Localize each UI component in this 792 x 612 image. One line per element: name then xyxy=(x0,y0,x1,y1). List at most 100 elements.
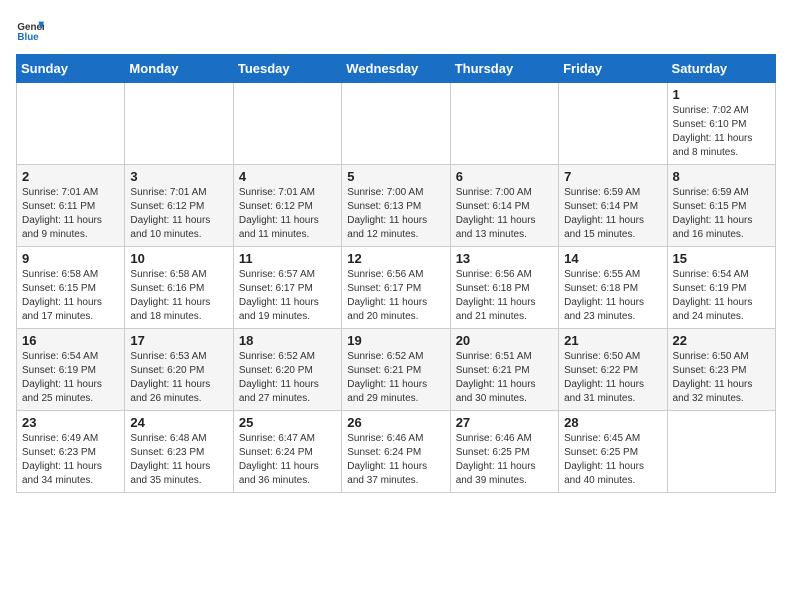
calendar-day-cell xyxy=(667,411,775,493)
calendar-day-cell xyxy=(342,83,450,165)
day-number: 7 xyxy=(564,169,661,184)
day-info: Sunrise: 6:51 AM Sunset: 6:21 PM Dayligh… xyxy=(456,350,553,406)
day-info: Sunrise: 6:56 AM Sunset: 6:17 PM Dayligh… xyxy=(347,268,444,324)
calendar-day-cell: 18 Sunrise: 6:52 AM Sunset: 6:20 PM Dayli… xyxy=(233,329,341,411)
calendar-day-cell: 3 Sunrise: 7:01 AM Sunset: 6:12 PM Daylig… xyxy=(125,165,233,247)
calendar-day-cell: 13Sunrise: 6:56 AM Sunset: 6:18 PM Dayli… xyxy=(450,247,558,329)
calendar-week-row: 23 Sunrise: 6:49 AM Sunset: 6:23 PM Dayli… xyxy=(17,411,776,493)
calendar-day-cell: 8 Sunrise: 6:59 AM Sunset: 6:15 PM Daylig… xyxy=(667,165,775,247)
day-number: 6 xyxy=(456,169,553,184)
day-info: Sunrise: 7:00 AM Sunset: 6:13 PM Dayligh… xyxy=(347,186,444,242)
day-number: 22 xyxy=(673,333,770,348)
calendar-day-cell: 20 Sunrise: 6:51 AM Sunset: 6:21 PM Dayli… xyxy=(450,329,558,411)
day-info: Sunrise: 6:57 AM Sunset: 6:17 PM Dayligh… xyxy=(239,268,336,324)
day-info: Sunrise: 6:45 AM Sunset: 6:25 PM Dayligh… xyxy=(564,432,661,488)
day-number: 27 xyxy=(456,415,553,430)
day-info: Sunrise: 6:50 AM Sunset: 6:22 PM Dayligh… xyxy=(564,350,661,406)
day-number: 5 xyxy=(347,169,444,184)
day-number: 14 xyxy=(564,251,661,266)
page-header: General Blue xyxy=(16,16,776,44)
day-info: Sunrise: 6:52 AM Sunset: 6:21 PM Dayligh… xyxy=(347,350,444,406)
day-number: 17 xyxy=(130,333,227,348)
day-number: 2 xyxy=(22,169,119,184)
day-info: Sunrise: 6:48 AM Sunset: 6:23 PM Dayligh… xyxy=(130,432,227,488)
day-number: 25 xyxy=(239,415,336,430)
day-number: 20 xyxy=(456,333,553,348)
day-number: 3 xyxy=(130,169,227,184)
calendar-day-cell: 25 Sunrise: 6:47 AM Sunset: 6:24 PM Dayli… xyxy=(233,411,341,493)
calendar-day-cell: 15 Sunrise: 6:54 AM Sunset: 6:19 PM Dayli… xyxy=(667,247,775,329)
day-of-week-header: Friday xyxy=(559,55,667,83)
day-info: Sunrise: 6:49 AM Sunset: 6:23 PM Dayligh… xyxy=(22,432,119,488)
day-info: Sunrise: 6:59 AM Sunset: 6:15 PM Dayligh… xyxy=(673,186,770,242)
calendar-day-cell: 12 Sunrise: 6:56 AM Sunset: 6:17 PM Dayli… xyxy=(342,247,450,329)
calendar-day-cell: 21 Sunrise: 6:50 AM Sunset: 6:22 PM Dayli… xyxy=(559,329,667,411)
day-info: Sunrise: 6:58 AM Sunset: 6:16 PM Dayligh… xyxy=(130,268,227,324)
calendar-day-cell: 26 Sunrise: 6:46 AM Sunset: 6:24 PM Dayli… xyxy=(342,411,450,493)
calendar-day-cell: 1 Sunrise: 7:02 AM Sunset: 6:10 PM Daylig… xyxy=(667,83,775,165)
calendar-day-cell: 16 Sunrise: 6:54 AM Sunset: 6:19 PM Dayli… xyxy=(17,329,125,411)
calendar-day-cell xyxy=(450,83,558,165)
calendar-day-cell: 4 Sunrise: 7:01 AM Sunset: 6:12 PM Daylig… xyxy=(233,165,341,247)
calendar-day-cell: 19 Sunrise: 6:52 AM Sunset: 6:21 PM Dayli… xyxy=(342,329,450,411)
calendar-day-cell xyxy=(233,83,341,165)
day-number: 28 xyxy=(564,415,661,430)
calendar-day-cell: 23 Sunrise: 6:49 AM Sunset: 6:23 PM Dayli… xyxy=(17,411,125,493)
calendar-day-cell: 28 Sunrise: 6:45 AM Sunset: 6:25 PM Dayli… xyxy=(559,411,667,493)
day-info: Sunrise: 7:01 AM Sunset: 6:12 PM Dayligh… xyxy=(239,186,336,242)
day-of-week-header: Wednesday xyxy=(342,55,450,83)
calendar-day-cell: 11 Sunrise: 6:57 AM Sunset: 6:17 PM Dayli… xyxy=(233,247,341,329)
day-number: 15 xyxy=(673,251,770,266)
calendar-day-cell: 10 Sunrise: 6:58 AM Sunset: 6:16 PM Dayli… xyxy=(125,247,233,329)
day-number: 4 xyxy=(239,169,336,184)
calendar-day-cell xyxy=(125,83,233,165)
day-number: 19 xyxy=(347,333,444,348)
calendar-day-cell: 24Sunrise: 6:48 AM Sunset: 6:23 PM Dayli… xyxy=(125,411,233,493)
day-info: Sunrise: 6:56 AM Sunset: 6:18 PM Dayligh… xyxy=(456,268,553,324)
calendar-day-cell: 27 Sunrise: 6:46 AM Sunset: 6:25 PM Dayli… xyxy=(450,411,558,493)
day-number: 12 xyxy=(347,251,444,266)
calendar-day-cell: 14 Sunrise: 6:55 AM Sunset: 6:18 PM Dayli… xyxy=(559,247,667,329)
day-info: Sunrise: 6:58 AM Sunset: 6:15 PM Dayligh… xyxy=(22,268,119,324)
calendar-day-cell: 9 Sunrise: 6:58 AM Sunset: 6:15 PM Daylig… xyxy=(17,247,125,329)
logo-icon: General Blue xyxy=(16,16,44,44)
calendar-week-row: 2 Sunrise: 7:01 AM Sunset: 6:11 PM Daylig… xyxy=(17,165,776,247)
day-number: 18 xyxy=(239,333,336,348)
calendar-week-row: 16 Sunrise: 6:54 AM Sunset: 6:19 PM Dayli… xyxy=(17,329,776,411)
calendar-day-cell: 5 Sunrise: 7:00 AM Sunset: 6:13 PM Daylig… xyxy=(342,165,450,247)
calendar-week-row: 9 Sunrise: 6:58 AM Sunset: 6:15 PM Daylig… xyxy=(17,247,776,329)
day-info: Sunrise: 6:54 AM Sunset: 6:19 PM Dayligh… xyxy=(673,268,770,324)
calendar-day-cell xyxy=(17,83,125,165)
day-number: 8 xyxy=(673,169,770,184)
day-info: Sunrise: 6:47 AM Sunset: 6:24 PM Dayligh… xyxy=(239,432,336,488)
day-info: Sunrise: 6:59 AM Sunset: 6:14 PM Dayligh… xyxy=(564,186,661,242)
day-number: 23 xyxy=(22,415,119,430)
day-of-week-header: Tuesday xyxy=(233,55,341,83)
day-info: Sunrise: 7:02 AM Sunset: 6:10 PM Dayligh… xyxy=(673,104,770,160)
day-number: 16 xyxy=(22,333,119,348)
calendar-day-cell: 2 Sunrise: 7:01 AM Sunset: 6:11 PM Daylig… xyxy=(17,165,125,247)
calendar-day-cell: 6Sunrise: 7:00 AM Sunset: 6:14 PM Daylig… xyxy=(450,165,558,247)
day-info: Sunrise: 6:46 AM Sunset: 6:25 PM Dayligh… xyxy=(456,432,553,488)
calendar-day-cell: 17Sunrise: 6:53 AM Sunset: 6:20 PM Dayli… xyxy=(125,329,233,411)
day-info: Sunrise: 6:55 AM Sunset: 6:18 PM Dayligh… xyxy=(564,268,661,324)
calendar-day-cell: 22 Sunrise: 6:50 AM Sunset: 6:23 PM Dayli… xyxy=(667,329,775,411)
day-number: 11 xyxy=(239,251,336,266)
day-of-week-header: Saturday xyxy=(667,55,775,83)
day-info: Sunrise: 6:50 AM Sunset: 6:23 PM Dayligh… xyxy=(673,350,770,406)
day-number: 9 xyxy=(22,251,119,266)
calendar-day-cell: 7 Sunrise: 6:59 AM Sunset: 6:14 PM Daylig… xyxy=(559,165,667,247)
day-of-week-header: Monday xyxy=(125,55,233,83)
day-info: Sunrise: 6:52 AM Sunset: 6:20 PM Dayligh… xyxy=(239,350,336,406)
calendar-table: SundayMondayTuesdayWednesdayThursdayFrid… xyxy=(16,54,776,493)
day-number: 10 xyxy=(130,251,227,266)
day-number: 26 xyxy=(347,415,444,430)
day-info: Sunrise: 6:46 AM Sunset: 6:24 PM Dayligh… xyxy=(347,432,444,488)
calendar-day-cell xyxy=(559,83,667,165)
day-number: 21 xyxy=(564,333,661,348)
day-info: Sunrise: 7:01 AM Sunset: 6:11 PM Dayligh… xyxy=(22,186,119,242)
day-info: Sunrise: 6:54 AM Sunset: 6:19 PM Dayligh… xyxy=(22,350,119,406)
day-of-week-header: Sunday xyxy=(17,55,125,83)
day-number: 1 xyxy=(673,87,770,102)
day-info: Sunrise: 7:01 AM Sunset: 6:12 PM Dayligh… xyxy=(130,186,227,242)
